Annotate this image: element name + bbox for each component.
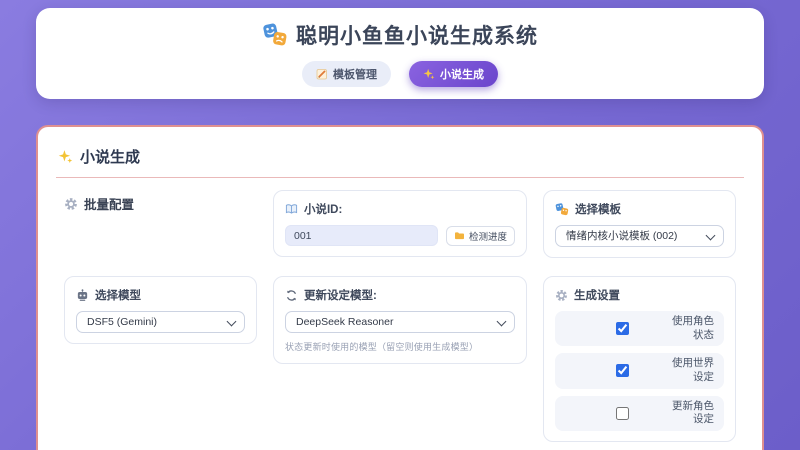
check-progress-button[interactable]: 检测进度	[445, 225, 515, 246]
refresh-arrows-icon	[285, 289, 298, 302]
template-label: 选择模板	[575, 204, 621, 216]
use-character-state-checkbox[interactable]	[615, 322, 629, 336]
config-grid: 批量配置 小说ID: 001 检测进度 选择模板 情绪内核小说模板 (002) …	[54, 190, 746, 450]
tab-label: 模板管理	[333, 69, 377, 81]
robot-icon	[76, 288, 89, 302]
panel-title: 小说生成	[54, 140, 746, 167]
header-card: 聪明小鱼鱼小说生成系统 模板管理 小说生成	[36, 8, 764, 99]
memo-pencil-icon	[316, 68, 328, 80]
option-label: 使用世界设定	[672, 357, 714, 383]
option-row-update-character-setting: 更新角色设定	[555, 395, 724, 431]
app-title: 聪明小鱼鱼小说生成系统	[36, 20, 764, 50]
model-label-row: 选择模型	[76, 287, 245, 303]
check-progress-label: 检测进度	[468, 231, 507, 243]
novel-id-field: 小说ID: 检测进度	[272, 190, 527, 257]
template-field: 选择模板 情绪内核小说模板 (002)	[543, 190, 736, 258]
generation-settings-label: 生成设置	[574, 290, 620, 302]
option-label: 更新角色设定	[672, 399, 714, 426]
book-icon	[285, 203, 298, 215]
tab-bar: 模板管理 小说生成	[36, 61, 764, 87]
option-row-use-world-setting: 使用世界设定	[555, 353, 724, 389]
update-model-hint: 状态更新时使用的模型（留空则使用生成模型）	[284, 342, 479, 352]
use-world-setting-checkbox[interactable]	[615, 364, 629, 378]
template-label-row: 选择模板	[555, 201, 724, 217]
batch-config-heading: 批量配置	[64, 190, 257, 213]
novel-generation-panel: 小说生成 批量配置 小说ID: 001 检测进度 选择模板 情绪内核小说模板 (…	[36, 125, 764, 450]
model-label: 选择模型	[95, 290, 141, 302]
tab-label: 小说生成	[440, 69, 484, 81]
divider	[56, 177, 744, 178]
model-select[interactable]: DSF5 (Gemini)	[76, 311, 245, 333]
update-model-field: 更新设定模型: DeepSeek Reasoner 状态更新时使用的模型（留空则…	[272, 276, 527, 364]
section-title: 批量配置	[84, 198, 135, 212]
update-character-setting-checkbox[interactable]	[615, 406, 629, 420]
novel-id-label-row: 小说ID:	[285, 201, 515, 217]
novel-id-label: 小说ID:	[303, 204, 343, 216]
gear-icon	[555, 289, 568, 302]
sparkle-icon	[58, 149, 73, 164]
update-model-select-wrap: DeepSeek Reasoner	[284, 311, 515, 333]
tab-template-management[interactable]: 模板管理	[302, 61, 391, 87]
panel-title-text: 小说生成	[80, 149, 141, 166]
sparkle-icon	[423, 68, 435, 80]
theater-masks-icon	[262, 23, 288, 47]
option-label: 使用角色状态	[672, 315, 714, 341]
folder-icon	[454, 231, 465, 240]
update-model-select[interactable]: DeepSeek Reasoner	[284, 311, 515, 333]
template-select-wrap: 情绪内核小说模板 (002)	[555, 225, 724, 247]
theater-masks-icon	[555, 202, 569, 216]
model-select-wrap: DSF5 (Gemini)	[76, 311, 245, 333]
update-model-label-row: 更新设定模型:	[285, 287, 515, 303]
generation-settings-label-row: 生成设置	[555, 287, 724, 303]
model-field: 选择模型 DSF5 (Gemini)	[64, 276, 257, 344]
page-title: 聪明小鱼鱼小说生成系统	[296, 25, 538, 48]
update-model-label: 更新设定模型:	[303, 290, 377, 302]
option-row-use-character-state: 使用角色状态	[555, 311, 724, 347]
generation-settings-field: 生成设置 使用角色状态 使用世界设定 更新角色设定	[543, 276, 736, 442]
novel-id-input[interactable]	[284, 225, 438, 246]
tab-novel-generation[interactable]: 小说生成	[409, 61, 498, 87]
gear-icon	[64, 197, 78, 211]
template-select[interactable]: 情绪内核小说模板 (002)	[555, 225, 724, 247]
